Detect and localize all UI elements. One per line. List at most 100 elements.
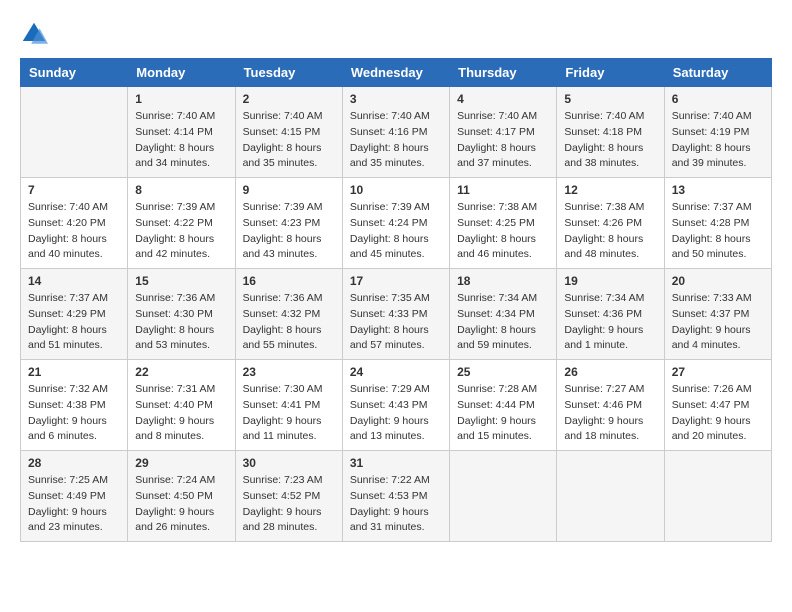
calendar-cell: 1 Sunrise: 7:40 AMSunset: 4:14 PMDayligh… (128, 87, 235, 178)
calendar-cell: 28 Sunrise: 7:25 AMSunset: 4:49 PMDaylig… (21, 451, 128, 542)
day-info: Sunrise: 7:39 AMSunset: 4:22 PMDaylight:… (135, 200, 227, 263)
calendar-cell: 31 Sunrise: 7:22 AMSunset: 4:53 PMDaylig… (342, 451, 449, 542)
calendar-week-row: 1 Sunrise: 7:40 AMSunset: 4:14 PMDayligh… (21, 87, 772, 178)
calendar-cell: 11 Sunrise: 7:38 AMSunset: 4:25 PMDaylig… (450, 178, 557, 269)
calendar-cell: 12 Sunrise: 7:38 AMSunset: 4:26 PMDaylig… (557, 178, 664, 269)
calendar-header-friday: Friday (557, 59, 664, 87)
calendar-cell: 14 Sunrise: 7:37 AMSunset: 4:29 PMDaylig… (21, 269, 128, 360)
day-info: Sunrise: 7:32 AMSunset: 4:38 PMDaylight:… (28, 382, 120, 445)
day-number: 16 (243, 274, 335, 288)
calendar-cell: 19 Sunrise: 7:34 AMSunset: 4:36 PMDaylig… (557, 269, 664, 360)
day-info: Sunrise: 7:22 AMSunset: 4:53 PMDaylight:… (350, 473, 442, 536)
day-number: 3 (350, 92, 442, 106)
day-info: Sunrise: 7:27 AMSunset: 4:46 PMDaylight:… (564, 382, 656, 445)
calendar-header-tuesday: Tuesday (235, 59, 342, 87)
day-info: Sunrise: 7:40 AMSunset: 4:17 PMDaylight:… (457, 109, 549, 172)
day-info: Sunrise: 7:25 AMSunset: 4:49 PMDaylight:… (28, 473, 120, 536)
day-info: Sunrise: 7:35 AMSunset: 4:33 PMDaylight:… (350, 291, 442, 354)
calendar-cell (664, 451, 771, 542)
calendar-cell: 10 Sunrise: 7:39 AMSunset: 4:24 PMDaylig… (342, 178, 449, 269)
calendar-cell: 16 Sunrise: 7:36 AMSunset: 4:32 PMDaylig… (235, 269, 342, 360)
day-number: 8 (135, 183, 227, 197)
day-number: 27 (672, 365, 764, 379)
day-info: Sunrise: 7:40 AMSunset: 4:14 PMDaylight:… (135, 109, 227, 172)
day-info: Sunrise: 7:23 AMSunset: 4:52 PMDaylight:… (243, 473, 335, 536)
calendar-header-thursday: Thursday (450, 59, 557, 87)
calendar-header-saturday: Saturday (664, 59, 771, 87)
calendar-cell: 27 Sunrise: 7:26 AMSunset: 4:47 PMDaylig… (664, 360, 771, 451)
day-number: 15 (135, 274, 227, 288)
page-header (20, 20, 772, 48)
day-number: 21 (28, 365, 120, 379)
calendar-cell: 18 Sunrise: 7:34 AMSunset: 4:34 PMDaylig… (450, 269, 557, 360)
calendar-cell: 23 Sunrise: 7:30 AMSunset: 4:41 PMDaylig… (235, 360, 342, 451)
calendar-cell: 25 Sunrise: 7:28 AMSunset: 4:44 PMDaylig… (450, 360, 557, 451)
day-number: 14 (28, 274, 120, 288)
calendar-week-row: 14 Sunrise: 7:37 AMSunset: 4:29 PMDaylig… (21, 269, 772, 360)
calendar-cell: 29 Sunrise: 7:24 AMSunset: 4:50 PMDaylig… (128, 451, 235, 542)
day-info: Sunrise: 7:37 AMSunset: 4:28 PMDaylight:… (672, 200, 764, 263)
day-number: 4 (457, 92, 549, 106)
calendar-cell: 30 Sunrise: 7:23 AMSunset: 4:52 PMDaylig… (235, 451, 342, 542)
day-number: 22 (135, 365, 227, 379)
day-number: 18 (457, 274, 549, 288)
day-info: Sunrise: 7:40 AMSunset: 4:15 PMDaylight:… (243, 109, 335, 172)
calendar-cell: 3 Sunrise: 7:40 AMSunset: 4:16 PMDayligh… (342, 87, 449, 178)
day-number: 17 (350, 274, 442, 288)
day-number: 20 (672, 274, 764, 288)
day-number: 9 (243, 183, 335, 197)
day-info: Sunrise: 7:30 AMSunset: 4:41 PMDaylight:… (243, 382, 335, 445)
day-info: Sunrise: 7:38 AMSunset: 4:26 PMDaylight:… (564, 200, 656, 263)
day-number: 13 (672, 183, 764, 197)
calendar-cell: 26 Sunrise: 7:27 AMSunset: 4:46 PMDaylig… (557, 360, 664, 451)
day-number: 26 (564, 365, 656, 379)
day-number: 12 (564, 183, 656, 197)
logo (20, 20, 52, 48)
day-number: 30 (243, 456, 335, 470)
day-info: Sunrise: 7:36 AMSunset: 4:32 PMDaylight:… (243, 291, 335, 354)
calendar-header-wednesday: Wednesday (342, 59, 449, 87)
day-number: 10 (350, 183, 442, 197)
calendar-header-monday: Monday (128, 59, 235, 87)
day-number: 1 (135, 92, 227, 106)
day-number: 28 (28, 456, 120, 470)
calendar-cell: 8 Sunrise: 7:39 AMSunset: 4:22 PMDayligh… (128, 178, 235, 269)
calendar-cell: 15 Sunrise: 7:36 AMSunset: 4:30 PMDaylig… (128, 269, 235, 360)
calendar-cell: 9 Sunrise: 7:39 AMSunset: 4:23 PMDayligh… (235, 178, 342, 269)
calendar-header-row: SundayMondayTuesdayWednesdayThursdayFrid… (21, 59, 772, 87)
day-number: 24 (350, 365, 442, 379)
calendar-cell: 6 Sunrise: 7:40 AMSunset: 4:19 PMDayligh… (664, 87, 771, 178)
calendar-cell: 4 Sunrise: 7:40 AMSunset: 4:17 PMDayligh… (450, 87, 557, 178)
day-number: 23 (243, 365, 335, 379)
calendar-cell: 17 Sunrise: 7:35 AMSunset: 4:33 PMDaylig… (342, 269, 449, 360)
calendar-cell (557, 451, 664, 542)
day-info: Sunrise: 7:34 AMSunset: 4:36 PMDaylight:… (564, 291, 656, 354)
calendar-cell: 7 Sunrise: 7:40 AMSunset: 4:20 PMDayligh… (21, 178, 128, 269)
calendar-week-row: 21 Sunrise: 7:32 AMSunset: 4:38 PMDaylig… (21, 360, 772, 451)
day-info: Sunrise: 7:40 AMSunset: 4:18 PMDaylight:… (564, 109, 656, 172)
calendar-cell (21, 87, 128, 178)
day-info: Sunrise: 7:33 AMSunset: 4:37 PMDaylight:… (672, 291, 764, 354)
calendar-header-sunday: Sunday (21, 59, 128, 87)
day-info: Sunrise: 7:38 AMSunset: 4:25 PMDaylight:… (457, 200, 549, 263)
calendar-cell: 20 Sunrise: 7:33 AMSunset: 4:37 PMDaylig… (664, 269, 771, 360)
day-info: Sunrise: 7:34 AMSunset: 4:34 PMDaylight:… (457, 291, 549, 354)
day-number: 11 (457, 183, 549, 197)
day-info: Sunrise: 7:29 AMSunset: 4:43 PMDaylight:… (350, 382, 442, 445)
day-info: Sunrise: 7:37 AMSunset: 4:29 PMDaylight:… (28, 291, 120, 354)
calendar-week-row: 7 Sunrise: 7:40 AMSunset: 4:20 PMDayligh… (21, 178, 772, 269)
day-info: Sunrise: 7:26 AMSunset: 4:47 PMDaylight:… (672, 382, 764, 445)
calendar-cell: 22 Sunrise: 7:31 AMSunset: 4:40 PMDaylig… (128, 360, 235, 451)
calendar-week-row: 28 Sunrise: 7:25 AMSunset: 4:49 PMDaylig… (21, 451, 772, 542)
logo-icon (20, 20, 48, 48)
day-info: Sunrise: 7:40 AMSunset: 4:19 PMDaylight:… (672, 109, 764, 172)
calendar-cell: 13 Sunrise: 7:37 AMSunset: 4:28 PMDaylig… (664, 178, 771, 269)
day-info: Sunrise: 7:39 AMSunset: 4:24 PMDaylight:… (350, 200, 442, 263)
calendar-cell (450, 451, 557, 542)
calendar-cell: 21 Sunrise: 7:32 AMSunset: 4:38 PMDaylig… (21, 360, 128, 451)
day-info: Sunrise: 7:24 AMSunset: 4:50 PMDaylight:… (135, 473, 227, 536)
day-info: Sunrise: 7:39 AMSunset: 4:23 PMDaylight:… (243, 200, 335, 263)
calendar-cell: 2 Sunrise: 7:40 AMSunset: 4:15 PMDayligh… (235, 87, 342, 178)
day-number: 5 (564, 92, 656, 106)
day-number: 29 (135, 456, 227, 470)
